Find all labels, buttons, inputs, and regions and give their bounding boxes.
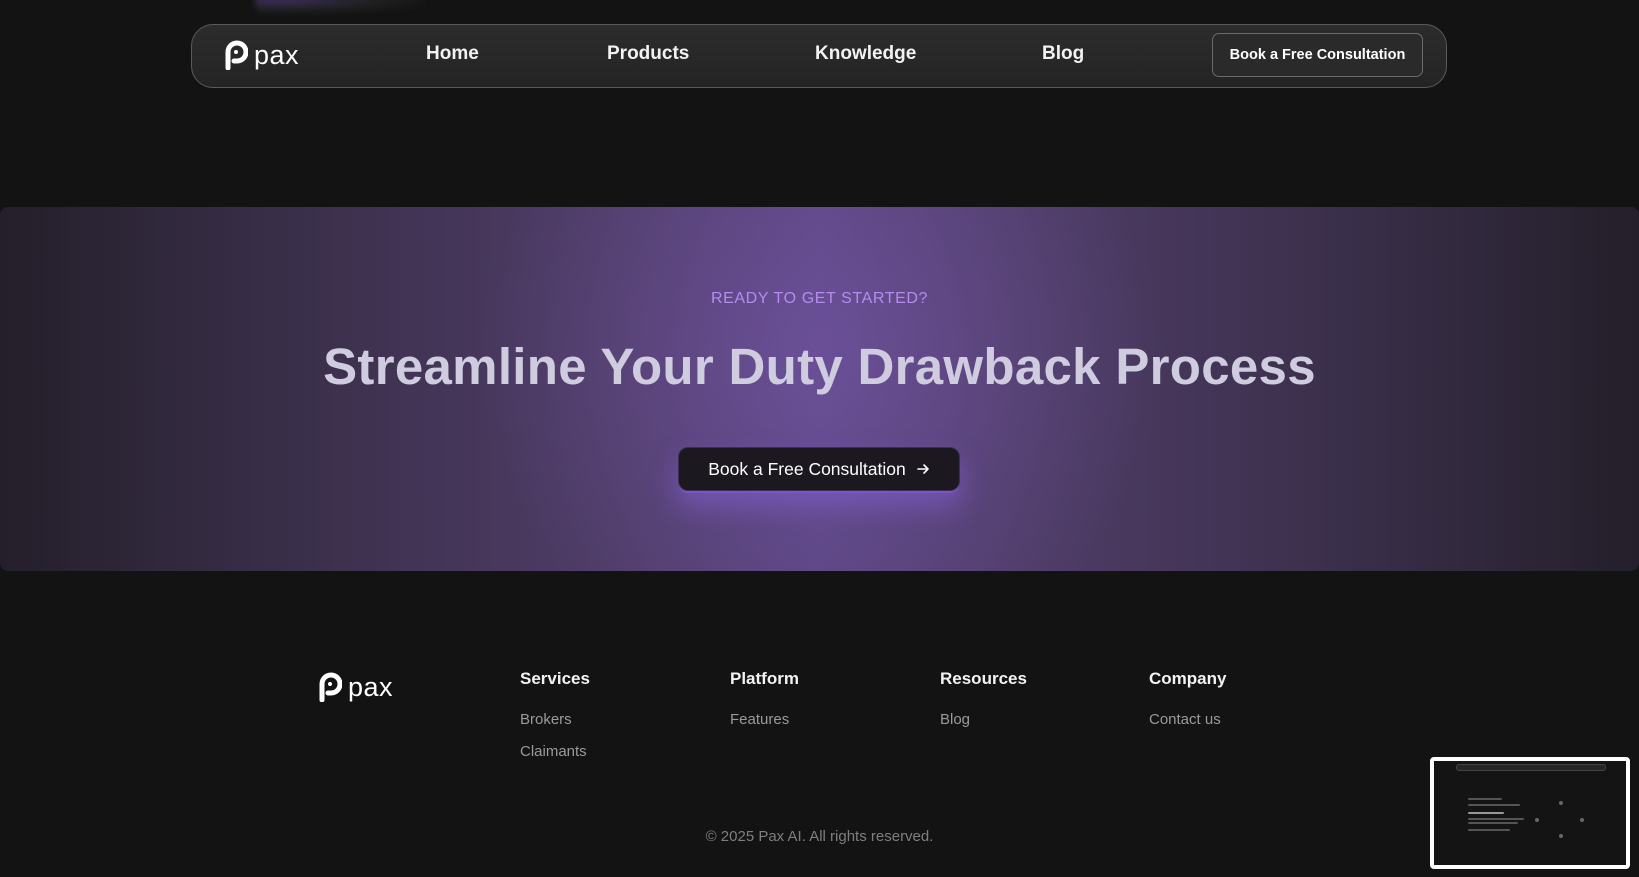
nav-link-knowledge[interactable]: Knowledge [815,43,916,65]
thumb-dot [1559,834,1563,838]
nav-logo[interactable]: pax [224,40,299,70]
footer-logo[interactable]: pax [318,672,393,702]
arrow-right-icon [916,464,929,474]
thumb-dot [1580,818,1584,822]
footer-link-features[interactable]: Features [730,711,789,728]
thumb-dot [1559,801,1563,805]
cta-eyebrow: READY TO GET STARTED? [710,290,929,307]
nav-link-products[interactable]: Products [607,43,689,65]
footer-col-services-title: Services [520,669,590,688]
thumb-text-line [1468,818,1524,820]
footer-link-contact[interactable]: Contact us [1149,711,1221,728]
band-consultation-button[interactable]: Book a Free Consultation [678,447,960,491]
footer-link-blog[interactable]: Blog [940,711,970,728]
page-preview-thumbnail[interactable] [1430,757,1630,869]
thumb-navbar [1456,764,1606,771]
thumb-text-line [1468,798,1502,800]
faded-background-element [255,0,425,14]
thumb-text-line [1468,804,1520,806]
footer-link-brokers[interactable]: Brokers [520,711,572,728]
thumb-dot [1535,818,1539,822]
logo-wordmark: pax [348,671,394,702]
top-navbar: pax Home Products Knowledge Blog Book a … [191,24,1447,88]
pax-logo-icon [319,672,342,702]
cta-band: READY TO GET STARTED? Streamline Your Du… [0,207,1639,571]
pax-logo-icon [225,40,248,70]
thumb-text-line [1468,829,1510,831]
nav-link-home[interactable]: Home [426,43,479,65]
logo-wordmark: pax [254,39,300,70]
footer-copyright: © 2025 Pax AI. All rights reserved. [705,828,934,845]
nav-link-blog[interactable]: Blog [1042,43,1084,65]
thumb-text-line [1468,812,1504,814]
footer-col-company-title: Company [1149,669,1227,688]
footer-link-claimants[interactable]: Claimants [520,743,587,760]
footer-col-platform-title: Platform [730,669,799,688]
nav-consultation-button[interactable]: Book a Free Consultation [1212,33,1423,77]
cta-headline: Streamline Your Duty Drawback Process [323,338,1316,395]
thumb-text-line [1468,822,1518,824]
band-consultation-label: Book a Free Consultation [708,458,906,479]
footer-col-resources-title: Resources [940,669,1027,688]
